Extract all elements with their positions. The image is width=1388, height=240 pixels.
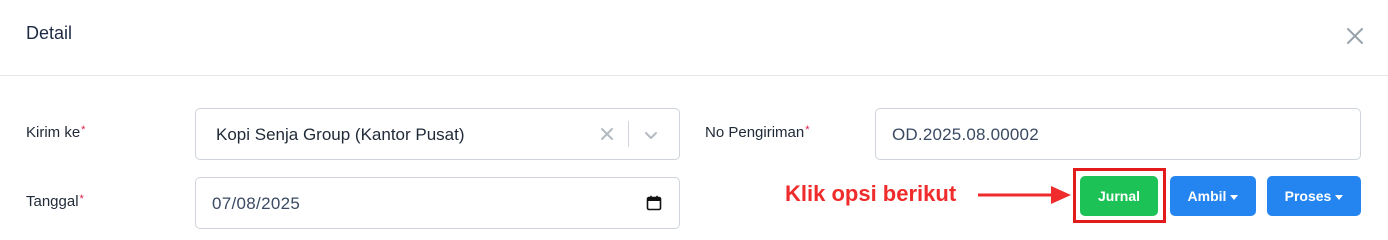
modal-header: Detail — [0, 0, 1388, 76]
required-mark: * — [79, 193, 84, 205]
proses-button-label: Proses — [1284, 188, 1332, 204]
close-icon[interactable] — [1341, 22, 1369, 50]
ambil-button[interactable]: Ambil — [1170, 176, 1256, 216]
caret-down-icon — [1230, 194, 1239, 200]
tanggal-value: 07/08/2025 — [212, 194, 301, 213]
modal-title: Detail — [26, 23, 73, 43]
kirim-ke-label: Kirim ke* — [26, 124, 85, 141]
kirim-ke-label-text: Kirim ke — [26, 124, 81, 141]
calendar-icon[interactable] — [646, 195, 662, 211]
no-pengiriman-value: OD.2025.08.00002 — [892, 125, 1039, 144]
select-separator — [628, 121, 629, 147]
proses-button[interactable]: Proses — [1267, 176, 1361, 216]
required-mark: * — [805, 124, 810, 136]
clear-icon[interactable] — [598, 125, 616, 143]
required-mark: * — [81, 124, 86, 136]
tanggal-label-text: Tanggal — [26, 193, 79, 210]
no-pengiriman-label: No Pengiriman* — [705, 124, 810, 141]
annotation-text: Klik opsi berikut — [785, 181, 957, 206]
tanggal-label: Tanggal* — [26, 193, 84, 210]
no-pengiriman-label-text: No Pengiriman — [705, 124, 805, 141]
caret-down-icon — [1335, 194, 1344, 200]
chevron-down-icon[interactable] — [642, 126, 660, 144]
tanggal-date-input[interactable]: 07/08/2025 — [195, 177, 680, 229]
kirim-ke-value: Kopi Senja Group (Kantor Pusat) — [216, 125, 465, 144]
no-pengiriman-input[interactable]: OD.2025.08.00002 — [875, 108, 1361, 160]
jurnal-button-label: Jurnal — [1097, 188, 1140, 204]
kirim-ke-select[interactable]: Kopi Senja Group (Kantor Pusat) — [195, 108, 680, 160]
arrow-right-icon — [975, 183, 1075, 207]
ambil-button-label: Ambil — [1187, 188, 1227, 204]
jurnal-button[interactable]: Jurnal — [1080, 176, 1158, 216]
